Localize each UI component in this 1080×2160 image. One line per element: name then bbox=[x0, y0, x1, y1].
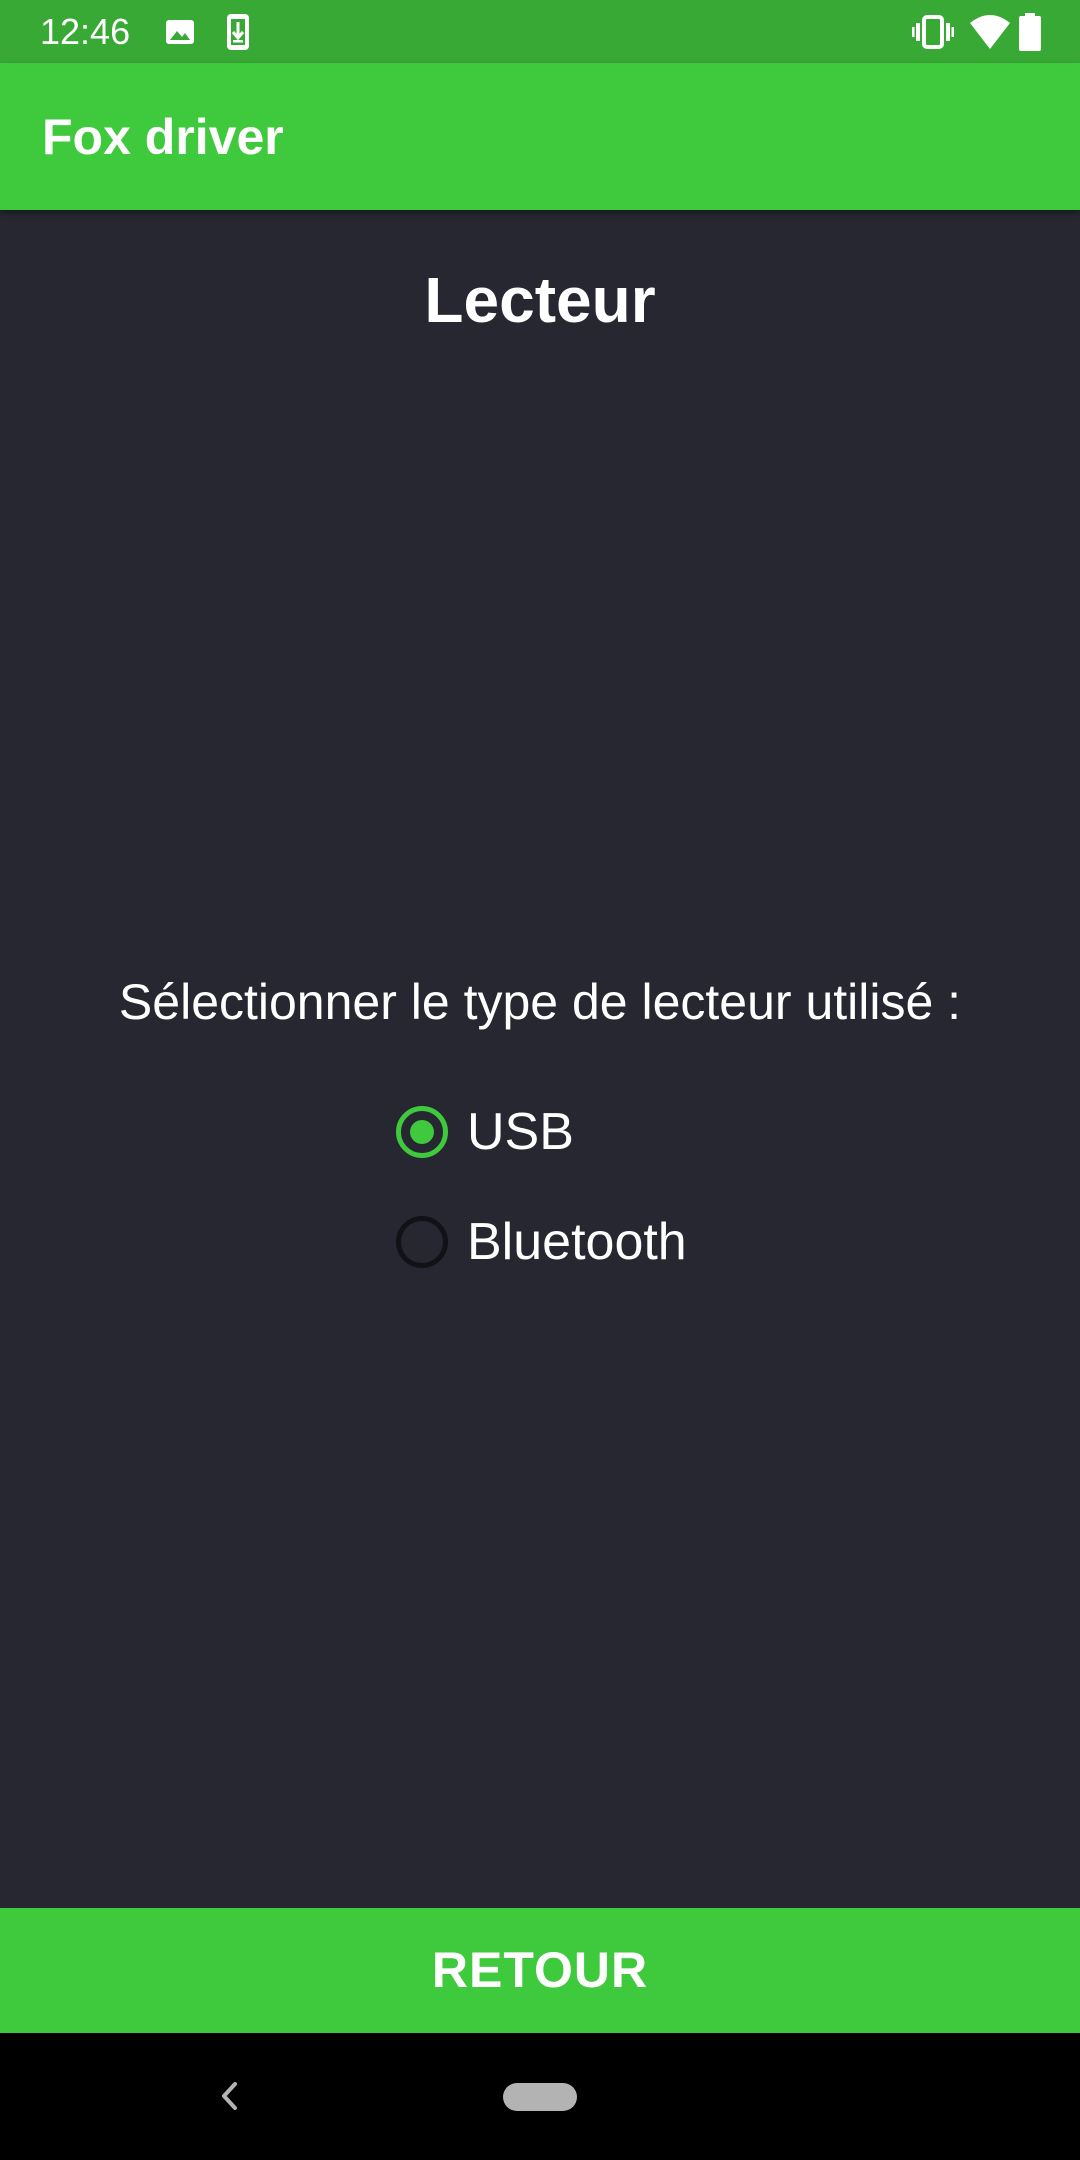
status-time: 12:46 bbox=[40, 11, 131, 52]
app-bar: Fox driver bbox=[0, 63, 1080, 210]
radio-label-bluetooth[interactable]: Bluetooth bbox=[467, 1210, 687, 1274]
home-pill-icon[interactable] bbox=[503, 2083, 577, 2111]
page-title: Lecteur bbox=[424, 264, 656, 336]
wifi-icon bbox=[970, 15, 1010, 49]
radio-option-bluetooth[interactable]: Bluetooth bbox=[396, 1202, 687, 1282]
screen: 12:46 Fox driver Lecteur Sélectionner le… bbox=[0, 0, 1080, 2160]
status-bar: 12:46 bbox=[0, 0, 1080, 63]
download-icon bbox=[227, 14, 249, 50]
reader-type-prompt: Sélectionner le type de lecteur utilisé … bbox=[118, 974, 962, 1030]
vibrate-icon bbox=[912, 15, 954, 49]
image-icon bbox=[166, 20, 194, 44]
radio-dot bbox=[410, 1120, 434, 1144]
app-title: Fox driver bbox=[42, 109, 284, 165]
radio-option-usb[interactable]: USB bbox=[396, 1092, 574, 1172]
navigation-bar bbox=[0, 2033, 1080, 2160]
retour-button[interactable]: RETOUR bbox=[0, 1908, 1080, 2033]
radio-label-usb[interactable]: USB bbox=[467, 1100, 574, 1164]
battery-icon bbox=[1019, 13, 1041, 51]
back-icon[interactable] bbox=[215, 2078, 245, 2114]
radio-checked-icon[interactable] bbox=[396, 1106, 448, 1158]
radio-unchecked-icon[interactable] bbox=[396, 1216, 448, 1268]
